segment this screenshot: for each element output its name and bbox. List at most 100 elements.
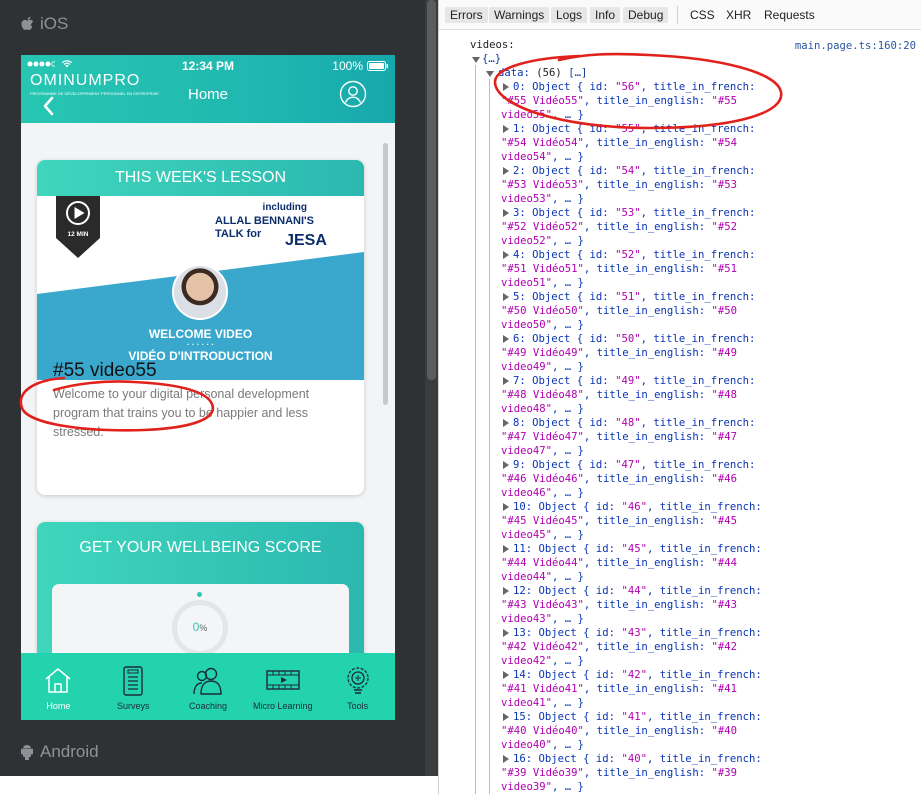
expand-toggle-entry[interactable] xyxy=(503,167,509,175)
entry-english-start: "#51 xyxy=(711,263,737,275)
home-content[interactable]: THIS WEEK'S LESSON 12 MIN including ALLA… xyxy=(21,123,395,655)
expand-toggle-entry[interactable] xyxy=(503,545,509,553)
filter-info[interactable]: Info xyxy=(590,7,621,23)
entry-french-title: "#44 Vidéo44" xyxy=(501,557,584,569)
console-output[interactable]: videos: main.page.ts:160:20 {…} data: (5… xyxy=(439,31,921,794)
lesson-card[interactable]: THIS WEEK'S LESSON 12 MIN including ALLA… xyxy=(37,160,364,495)
expand-toggle-entry[interactable] xyxy=(503,209,509,217)
entry-line-1[interactable]: 5: Object { id: "51", title_in_french: xyxy=(513,290,755,304)
profile-icon[interactable] xyxy=(339,80,367,108)
filter-warnings[interactable]: Warnings xyxy=(489,7,550,23)
entry-line-1[interactable]: 8: Object { id: "48", title_in_french: xyxy=(513,416,755,430)
ios-platform-label[interactable]: iOS xyxy=(20,14,68,34)
including-label: including xyxy=(262,202,307,213)
entry-id: "45" xyxy=(621,543,647,555)
filter-logs[interactable]: Logs xyxy=(551,7,588,23)
expand-toggle-entry[interactable] xyxy=(503,419,509,427)
entry-line-1[interactable]: 2: Object { id: "54", title_in_french: xyxy=(513,164,755,178)
apple-icon xyxy=(21,16,34,30)
entry-french-title: "#43 Vidéo43" xyxy=(501,599,584,611)
expand-toggle-data[interactable] xyxy=(486,71,494,77)
expand-toggle-entry[interactable] xyxy=(503,629,509,637)
expand-toggle-entry[interactable] xyxy=(503,671,509,679)
entry-french-title: "#50 Vidéo50" xyxy=(501,305,584,317)
filter-errors[interactable]: Errors xyxy=(445,7,488,23)
entry-line-1[interactable]: 11: Object { id: "45", title_in_french: xyxy=(513,542,762,556)
wellbeing-card[interactable]: GET YOUR WELLBEING SCORE 0% xyxy=(37,522,364,655)
entry-line-1[interactable]: 3: Object { id: "53", title_in_french: xyxy=(513,206,755,220)
entry-english-start: "#48 xyxy=(711,389,737,401)
root-object[interactable]: {…} xyxy=(482,52,501,66)
entry-key: , title_in_french: xyxy=(640,333,756,345)
duration-label: 12 MIN xyxy=(68,231,89,238)
entry-line-1[interactable]: 15: Object { id: "41", title_in_french: xyxy=(513,710,762,724)
expand-toggle-entry[interactable] xyxy=(503,83,509,91)
entry-id: "40" xyxy=(621,753,647,765)
filter-requests[interactable]: Requests xyxy=(759,7,820,23)
entry-english-end: video47" xyxy=(501,445,553,457)
tab-surveys[interactable]: Surveys xyxy=(96,653,171,720)
filter-xhr[interactable]: XHR xyxy=(721,7,756,23)
entry-line-1[interactable]: 0: Object { id: "56", title_in_french: xyxy=(513,80,755,94)
expand-toggle-entry[interactable] xyxy=(503,713,509,721)
video-thumbnail[interactable]: 12 MIN including ALLAL BENNANI'S TALK fo… xyxy=(37,196,364,380)
expand-toggle-entry[interactable] xyxy=(503,503,509,511)
expand-toggle-entry[interactable] xyxy=(503,335,509,343)
entry-index: 5: xyxy=(513,291,526,303)
expand-toggle-entry[interactable] xyxy=(503,377,509,385)
source-link[interactable]: main.page.ts:160:20 xyxy=(795,39,916,53)
entry-key: , title_in_french: xyxy=(640,165,756,177)
score-panel: 0% xyxy=(52,584,349,655)
entry-line-1[interactable]: 6: Object { id: "50", title_in_french: xyxy=(513,332,755,346)
entry-english-end: video41" xyxy=(501,697,553,709)
entry-line-2: "#51 Vidéo51", title_in_english: "#51 xyxy=(501,262,737,276)
expand-toggle-entry[interactable] xyxy=(503,125,509,133)
tab-home-label: Home xyxy=(46,701,71,711)
talk-for-label: TALK for xyxy=(215,228,262,240)
entry-english-start: "#42 xyxy=(711,641,737,653)
entry-line-3: video52", … } xyxy=(501,234,584,248)
entry-english-end: video40" xyxy=(501,739,553,751)
tab-micro-learning[interactable]: Micro Learning xyxy=(245,653,320,720)
content-scrollbar[interactable] xyxy=(383,143,388,405)
preview-scrollbar-thumb[interactable] xyxy=(427,0,436,380)
entry-index: 16: xyxy=(513,753,533,765)
expand-toggle-entry[interactable] xyxy=(503,755,509,763)
entry-line-3: video49", … } xyxy=(501,360,584,374)
expand-toggle-root[interactable] xyxy=(472,57,480,63)
entry-line-1[interactable]: 1: Object { id: "55", title_in_french: xyxy=(513,122,755,136)
filter-debug[interactable]: Debug xyxy=(623,7,669,23)
entry-french-title: "#40 Vidéo40" xyxy=(501,725,584,737)
entry-line-3: video47", … } xyxy=(501,444,584,458)
entry-line-1[interactable]: 16: Object { id: "40", title_in_french: xyxy=(513,752,762,766)
entry-key: , title_in_french: xyxy=(640,249,756,261)
entry-line-1[interactable]: 14: Object { id: "42", title_in_french: xyxy=(513,668,762,682)
entry-line-1[interactable]: 10: Object { id: "46", title_in_french: xyxy=(513,500,762,514)
survey-icon xyxy=(123,666,143,696)
entry-line-1[interactable]: 4: Object { id: "52", title_in_french: xyxy=(513,248,755,262)
entry-index: 0: xyxy=(513,81,526,93)
expand-toggle-entry[interactable] xyxy=(503,461,509,469)
back-arrow-icon[interactable] xyxy=(41,95,57,117)
tab-tools[interactable]: Tools xyxy=(320,653,395,720)
expand-toggle-entry[interactable] xyxy=(503,587,509,595)
tab-home[interactable]: Home xyxy=(21,653,96,720)
android-platform-label[interactable]: Android xyxy=(20,742,99,762)
entry-type: Object { id: xyxy=(525,291,616,303)
expand-toggle-entry[interactable] xyxy=(503,251,509,259)
expand-toggle-entry[interactable] xyxy=(503,293,509,301)
entry-line-1[interactable]: 9: Object { id: "47", title_in_french: xyxy=(513,458,755,472)
entry-line-1[interactable]: 12: Object { id: "44", title_in_french: xyxy=(513,584,762,598)
phone-screen: 12:34 PM 100% OMINUMPRO PROGRAMME DE DÉV… xyxy=(21,55,395,720)
data-preview[interactable]: […] xyxy=(568,67,587,79)
tab-coaching[interactable]: Coaching xyxy=(171,653,246,720)
entry-line-1[interactable]: 7: Object { id: "49", title_in_french: xyxy=(513,374,755,388)
entry-id: "48" xyxy=(615,417,641,429)
entry-line-3: video41", … } xyxy=(501,696,584,710)
entry-english-start: "#44 xyxy=(711,557,737,569)
video-description: Welcome to your digital personal develop… xyxy=(53,387,310,439)
home-icon xyxy=(45,668,71,693)
entry-key: , title_in_french: xyxy=(646,543,762,555)
filter-css[interactable]: CSS xyxy=(685,7,720,23)
entry-line-1[interactable]: 13: Object { id: "43", title_in_french: xyxy=(513,626,762,640)
